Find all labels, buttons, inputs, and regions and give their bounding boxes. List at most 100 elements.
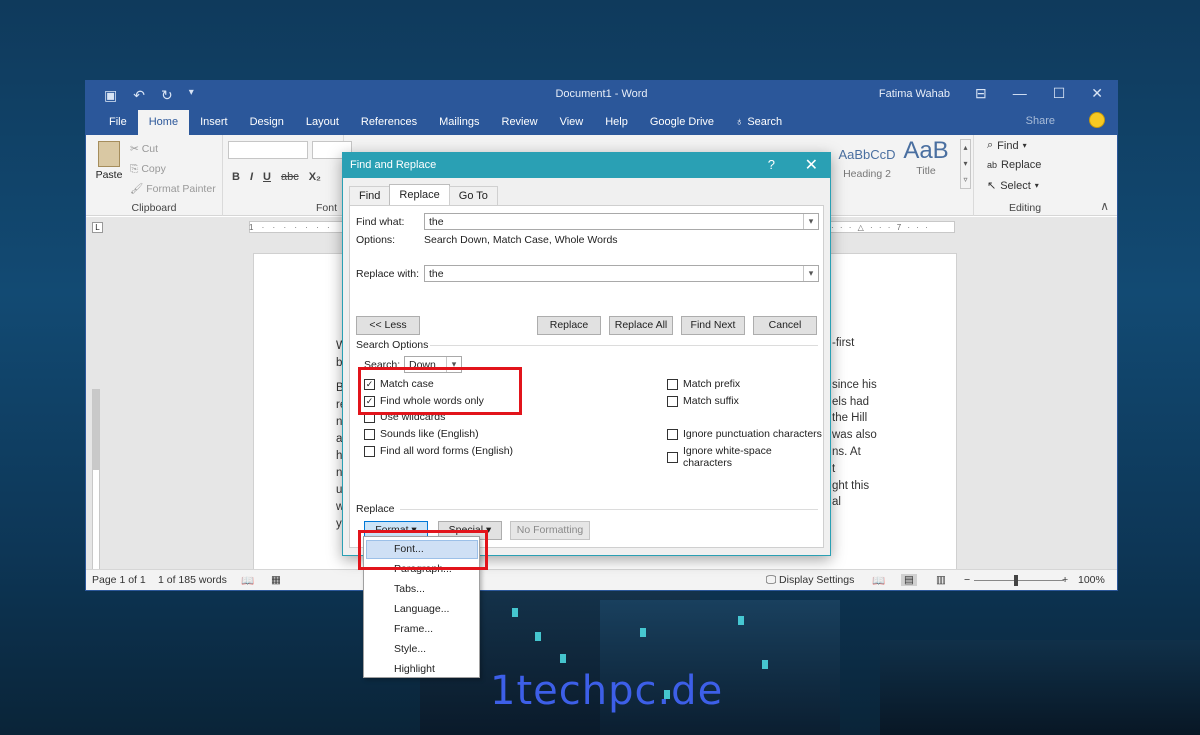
menu-item-frame[interactable]: Frame... (394, 623, 433, 635)
find-what-input[interactable]: the ▾ (424, 213, 819, 230)
checkbox-unchecked[interactable] (364, 428, 375, 440)
clipboard-items: ✂ Cut ⎘ Copy 🖌 Format Painter (130, 139, 216, 199)
zoom-slider-thumb[interactable] (1014, 575, 1018, 586)
tab-review[interactable]: Review (491, 110, 549, 135)
tab-file[interactable]: File (98, 110, 138, 135)
no-formatting-button[interactable]: No Formatting (510, 521, 590, 540)
tab-design[interactable]: Design (239, 110, 295, 135)
chevron-down-icon[interactable]: ▾ (803, 214, 818, 229)
word-count[interactable]: 1 of 185 words (158, 574, 227, 586)
tab-references[interactable]: References (350, 110, 428, 135)
find-replace-dialog: Find and Replace ? ✕ Find Replace Go To … (342, 152, 831, 556)
checkbox-unchecked[interactable] (667, 428, 678, 440)
tab-mailings[interactable]: Mailings (428, 110, 490, 135)
minimize-icon[interactable]: — (1013, 85, 1027, 102)
style-title[interactable]: AaB Title (898, 137, 954, 177)
replace-button[interactable]: ab Replace (987, 159, 1041, 171)
menu-item-style[interactable]: Style... (394, 643, 426, 655)
replace-label: Replace (1001, 159, 1042, 171)
cut-button[interactable]: ✂ Cut (130, 139, 216, 159)
checkbox-unchecked[interactable] (364, 445, 375, 457)
tell-me-search[interactable]: ♁ Search (725, 110, 792, 135)
checkbox-unchecked[interactable] (667, 395, 678, 407)
match-prefix-checkbox[interactable]: Match prefix (667, 378, 740, 390)
replace-with-input[interactable]: the ▾ (424, 265, 819, 282)
tab-selector-icon[interactable]: L (92, 222, 103, 233)
tab-help[interactable]: Help (594, 110, 639, 135)
tab-insert[interactable]: Insert (189, 110, 239, 135)
dialog-title-bar[interactable]: Find and Replace ? ✕ (343, 153, 830, 178)
font-name-combo[interactable] (228, 141, 308, 159)
window-light (762, 660, 768, 669)
menu-item-language[interactable]: Language... (394, 603, 449, 615)
ignore-whitespace-checkbox[interactable]: Ignore white-space characters (667, 445, 823, 469)
select-button[interactable]: ↖ Select ▾ (987, 179, 1039, 193)
collapse-ribbon-icon[interactable]: ∧ (1100, 199, 1109, 213)
style-preview: AaB (903, 137, 949, 164)
tab-replace[interactable]: Replace (389, 184, 450, 205)
paste-button[interactable]: Paste (94, 141, 124, 181)
word-forms-checkbox[interactable]: Find all word forms (English) (364, 445, 513, 457)
window-title: Document1 - Word (555, 88, 648, 100)
checkbox-unchecked[interactable] (667, 451, 678, 463)
format-painter-button[interactable]: 🖌 Format Painter (130, 179, 216, 199)
copy-button[interactable]: ⎘ Copy (130, 159, 216, 179)
window-light (560, 654, 566, 663)
subscript-button[interactable]: X₂ (309, 171, 321, 183)
user-name[interactable]: Fatima Wahab (879, 88, 950, 100)
chevron-down-icon[interactable]: ▾ (803, 266, 818, 281)
tab-go-to[interactable]: Go To (448, 186, 498, 205)
ribbon-display-icon[interactable]: ⊟ (975, 85, 987, 102)
zoom-slider[interactable] (974, 580, 1064, 581)
web-layout-icon[interactable]: ▥ (936, 574, 946, 586)
print-layout-icon[interactable]: ▤ (901, 574, 917, 586)
tab-home[interactable]: Home (137, 110, 190, 135)
checkbox-unchecked[interactable] (667, 378, 678, 390)
macro-icon[interactable]: ▦ (271, 574, 281, 586)
tab-layout[interactable]: Layout (295, 110, 350, 135)
replace-all-button[interactable]: Replace All (609, 316, 673, 335)
replace-button[interactable]: Replace (537, 316, 601, 335)
doc-line: ns. At (832, 445, 861, 458)
zoom-out-icon[interactable]: − (964, 574, 970, 586)
close-icon[interactable]: ✕ (1091, 85, 1103, 102)
read-mode-icon[interactable]: 📖 (872, 574, 885, 587)
checkbox-label: Find all word forms (English) (380, 445, 514, 457)
menu-item-highlight[interactable]: Highlight (394, 663, 435, 675)
tab-view[interactable]: View (549, 110, 595, 135)
doc-line (832, 352, 877, 377)
menu-item-tabs[interactable]: Tabs... (394, 583, 425, 595)
bold-button[interactable]: B (232, 171, 240, 183)
zoom-level[interactable]: 100% (1078, 574, 1105, 586)
styles-scroll[interactable]: ▴ ▾ ▿ (960, 139, 971, 189)
find-button[interactable]: ⌕ Find ▾ (987, 139, 1027, 152)
ignore-punctuation-checkbox[interactable]: Ignore punctuation characters (667, 428, 822, 440)
doc-right-text: -first since his els had the Hill was al… (832, 335, 877, 511)
display-settings-button[interactable]: 🖵 Display Settings (766, 574, 854, 587)
help-icon[interactable]: ? (768, 157, 775, 172)
underline-button[interactable]: U (263, 171, 271, 183)
sounds-like-checkbox[interactable]: Sounds like (English) (364, 428, 479, 440)
share-button[interactable]: Share (1026, 115, 1055, 127)
desktop-building (880, 640, 1200, 735)
cancel-button[interactable]: Cancel (753, 316, 817, 335)
maximize-icon[interactable]: ☐ (1053, 85, 1066, 102)
feedback-smiley-icon[interactable] (1089, 112, 1105, 128)
strikethrough-button[interactable]: abc (281, 171, 299, 183)
italic-button[interactable]: I (250, 171, 253, 183)
zoom-in-icon[interactable]: + (1062, 574, 1068, 586)
proofing-icon[interactable]: 📖 (241, 574, 254, 587)
less-button[interactable]: << Less (356, 316, 420, 335)
style-heading-2[interactable]: AaBbCcD Heading 2 (838, 137, 896, 180)
page-count[interactable]: Page 1 of 1 (92, 574, 146, 586)
dialog-close-icon[interactable]: ✕ (805, 155, 818, 175)
vertical-ruler (92, 389, 100, 590)
match-suffix-checkbox[interactable]: Match suffix (667, 395, 739, 407)
tab-google-drive[interactable]: Google Drive (639, 110, 725, 135)
tab-find[interactable]: Find (349, 186, 391, 205)
copy-label: Copy (141, 163, 166, 175)
cut-label: Cut (141, 143, 159, 155)
doc-line: the Hill (832, 412, 868, 425)
find-next-button[interactable]: Find Next (681, 316, 745, 335)
doc-line: -first (832, 337, 855, 349)
